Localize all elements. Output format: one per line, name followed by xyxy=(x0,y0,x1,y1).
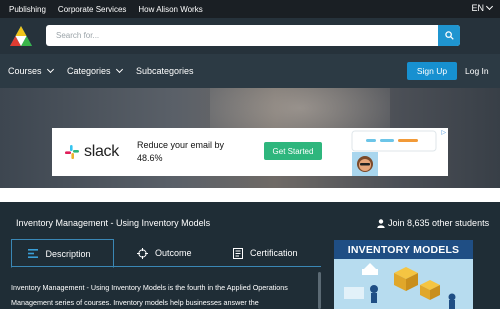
signup-button[interactable]: Sign Up xyxy=(407,62,457,80)
corporate-services-link[interactable]: Corporate Services xyxy=(58,5,126,14)
ad-brand-name: slack xyxy=(84,143,119,160)
adchoices-icon[interactable]: ▷ xyxy=(441,129,446,136)
tab-outcome[interactable]: Outcome xyxy=(137,239,192,267)
tab-outcome-label: Outcome xyxy=(155,248,192,258)
top-bar: Publishing Corporate Services How Alison… xyxy=(0,0,500,18)
join-students-label: Join 8,635 other students xyxy=(388,218,490,228)
tab-certification[interactable]: Certification xyxy=(233,239,298,267)
chevron-down-icon xyxy=(46,65,54,74)
target-icon xyxy=(137,247,148,259)
scrollbar[interactable] xyxy=(318,272,321,309)
nav-courses-label: Courses xyxy=(8,66,42,76)
search-button[interactable] xyxy=(438,25,460,46)
tab-description-label: Description xyxy=(45,248,91,259)
hero-banner: slack Reduce your email by 48.6% Get Sta… xyxy=(0,88,500,188)
chevron-down-icon xyxy=(485,2,494,11)
language-label: EN xyxy=(471,3,484,13)
course-title: Inventory Management - Using Inventory M… xyxy=(16,218,211,228)
how-alison-works-link[interactable]: How Alison Works xyxy=(138,5,202,14)
ad-brand: slack xyxy=(65,143,119,161)
nav-courses[interactable]: Courses xyxy=(8,65,54,76)
list-icon xyxy=(28,249,39,258)
chevron-down-icon xyxy=(115,65,123,74)
inventory-illustration xyxy=(344,263,456,309)
user-icon xyxy=(377,218,385,228)
login-link[interactable]: Log In xyxy=(465,66,489,76)
nav-categories[interactable]: Categories xyxy=(67,65,123,76)
language-selector[interactable]: EN xyxy=(471,2,494,13)
slack-logo-icon xyxy=(65,145,79,159)
course-tabs: Description Outcome Certification xyxy=(11,239,321,268)
course-description: Inventory Management - Using Inventory M… xyxy=(11,283,288,307)
course-section: Inventory Management - Using Inventory M… xyxy=(0,202,500,309)
nav-subcategories-label: Subcategories xyxy=(136,66,194,76)
header xyxy=(0,18,500,54)
tab-certification-label: Certification xyxy=(250,248,298,258)
search-bar xyxy=(46,25,460,46)
certificate-icon xyxy=(233,247,243,259)
alison-logo[interactable] xyxy=(9,25,33,47)
search-input[interactable] xyxy=(46,31,426,40)
ad-illustration xyxy=(351,130,437,176)
banner-bottom-band xyxy=(0,188,500,202)
ad-get-started-button[interactable]: Get Started xyxy=(264,142,322,160)
publishing-link[interactable]: Publishing xyxy=(9,5,46,14)
tab-description[interactable]: Description xyxy=(11,239,114,268)
join-students: Join 8,635 other students xyxy=(377,218,489,228)
ad-text: Reduce your email by 48.6% xyxy=(137,140,225,163)
course-thumbnail[interactable]: INVENTORY MODELS xyxy=(334,240,473,309)
nav-categories-label: Categories xyxy=(67,66,111,76)
nav-subcategories[interactable]: Subcategories xyxy=(136,66,194,76)
search-icon xyxy=(444,31,454,40)
advertisement[interactable]: slack Reduce your email by 48.6% Get Sta… xyxy=(52,128,448,176)
thumbnail-title: INVENTORY MODELS xyxy=(334,240,473,259)
